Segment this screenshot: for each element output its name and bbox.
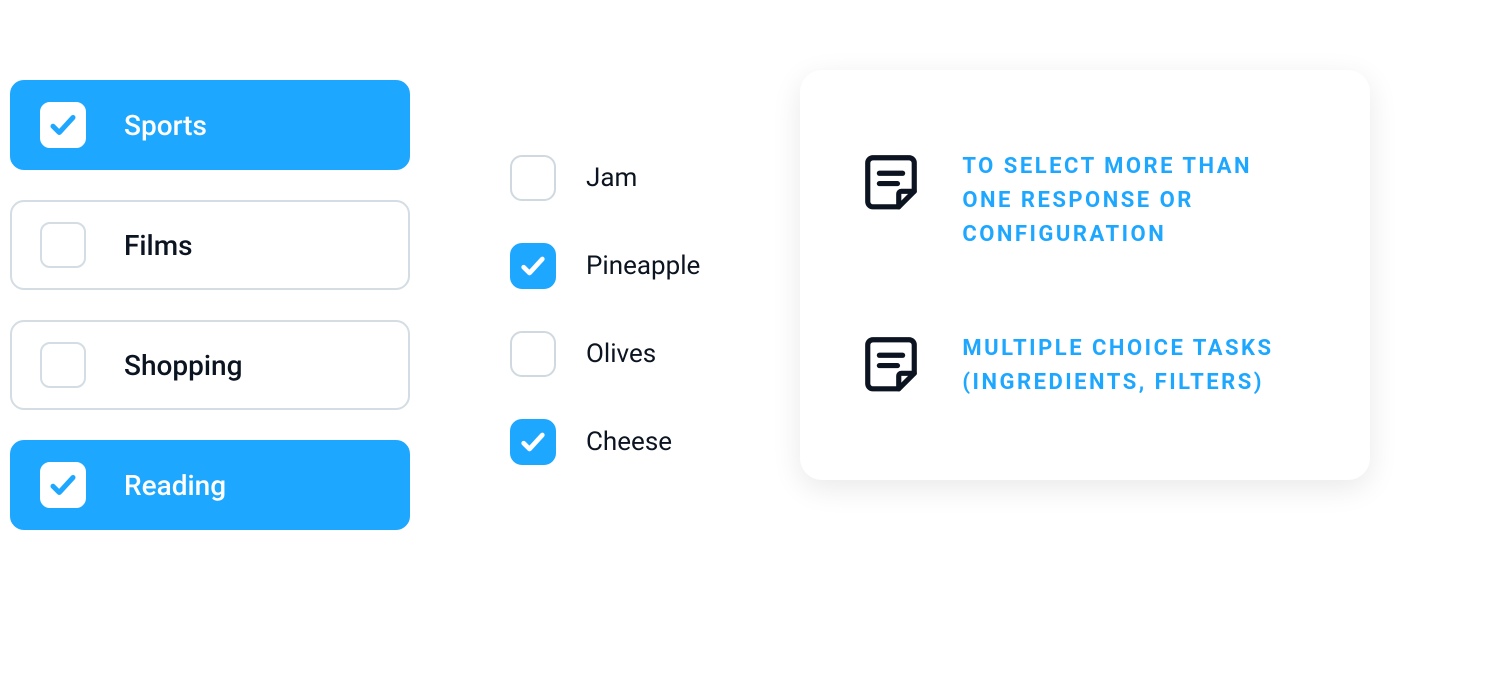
- note-icon: [860, 332, 922, 394]
- checkbox-label: Shopping: [124, 349, 242, 382]
- checkbox-pineapple[interactable]: Pineapple: [510, 243, 700, 289]
- checkbox-box: [40, 102, 86, 148]
- checkbox-cheese[interactable]: Cheese: [510, 419, 700, 465]
- checkbox-box: [40, 342, 86, 388]
- info-card: To select more than one response or conf…: [800, 70, 1370, 480]
- category-checkbox-list: Sports Films Shopping Reading: [10, 80, 410, 530]
- checkmark-icon: [48, 470, 78, 500]
- checkmark-icon: [519, 252, 547, 280]
- note-icon: [860, 150, 922, 212]
- checkbox-label: Olives: [586, 339, 656, 369]
- checkbox-box: [510, 155, 556, 201]
- checkbox-box: [510, 243, 556, 289]
- checkbox-label: Pineapple: [586, 251, 700, 281]
- checkbox-box: [510, 331, 556, 377]
- checkbox-box: [510, 419, 556, 465]
- checkbox-card-reading[interactable]: Reading: [10, 440, 410, 530]
- info-text: To select more than one response or conf…: [962, 150, 1310, 252]
- ingredient-checkbox-list: Jam Pineapple Olives Cheese: [510, 80, 700, 465]
- checkbox-card-shopping[interactable]: Shopping: [10, 320, 410, 410]
- checkbox-card-sports[interactable]: Sports: [10, 80, 410, 170]
- info-item: Multiple choice tasks (ingredients, filt…: [860, 332, 1310, 400]
- checkbox-box: [40, 462, 86, 508]
- info-text: Multiple choice tasks (ingredients, filt…: [962, 332, 1310, 400]
- checkbox-box: [40, 222, 86, 268]
- checkbox-label: Sports: [124, 109, 207, 142]
- checkbox-label: Jam: [586, 163, 637, 193]
- checkbox-label: Cheese: [586, 427, 672, 457]
- checkbox-olives[interactable]: Olives: [510, 331, 700, 377]
- checkmark-icon: [48, 110, 78, 140]
- checkbox-label: Reading: [124, 469, 226, 502]
- checkbox-jam[interactable]: Jam: [510, 155, 700, 201]
- checkmark-icon: [519, 428, 547, 456]
- info-item: To select more than one response or conf…: [860, 150, 1310, 252]
- checkbox-card-films[interactable]: Films: [10, 200, 410, 290]
- checkbox-label: Films: [124, 229, 193, 262]
